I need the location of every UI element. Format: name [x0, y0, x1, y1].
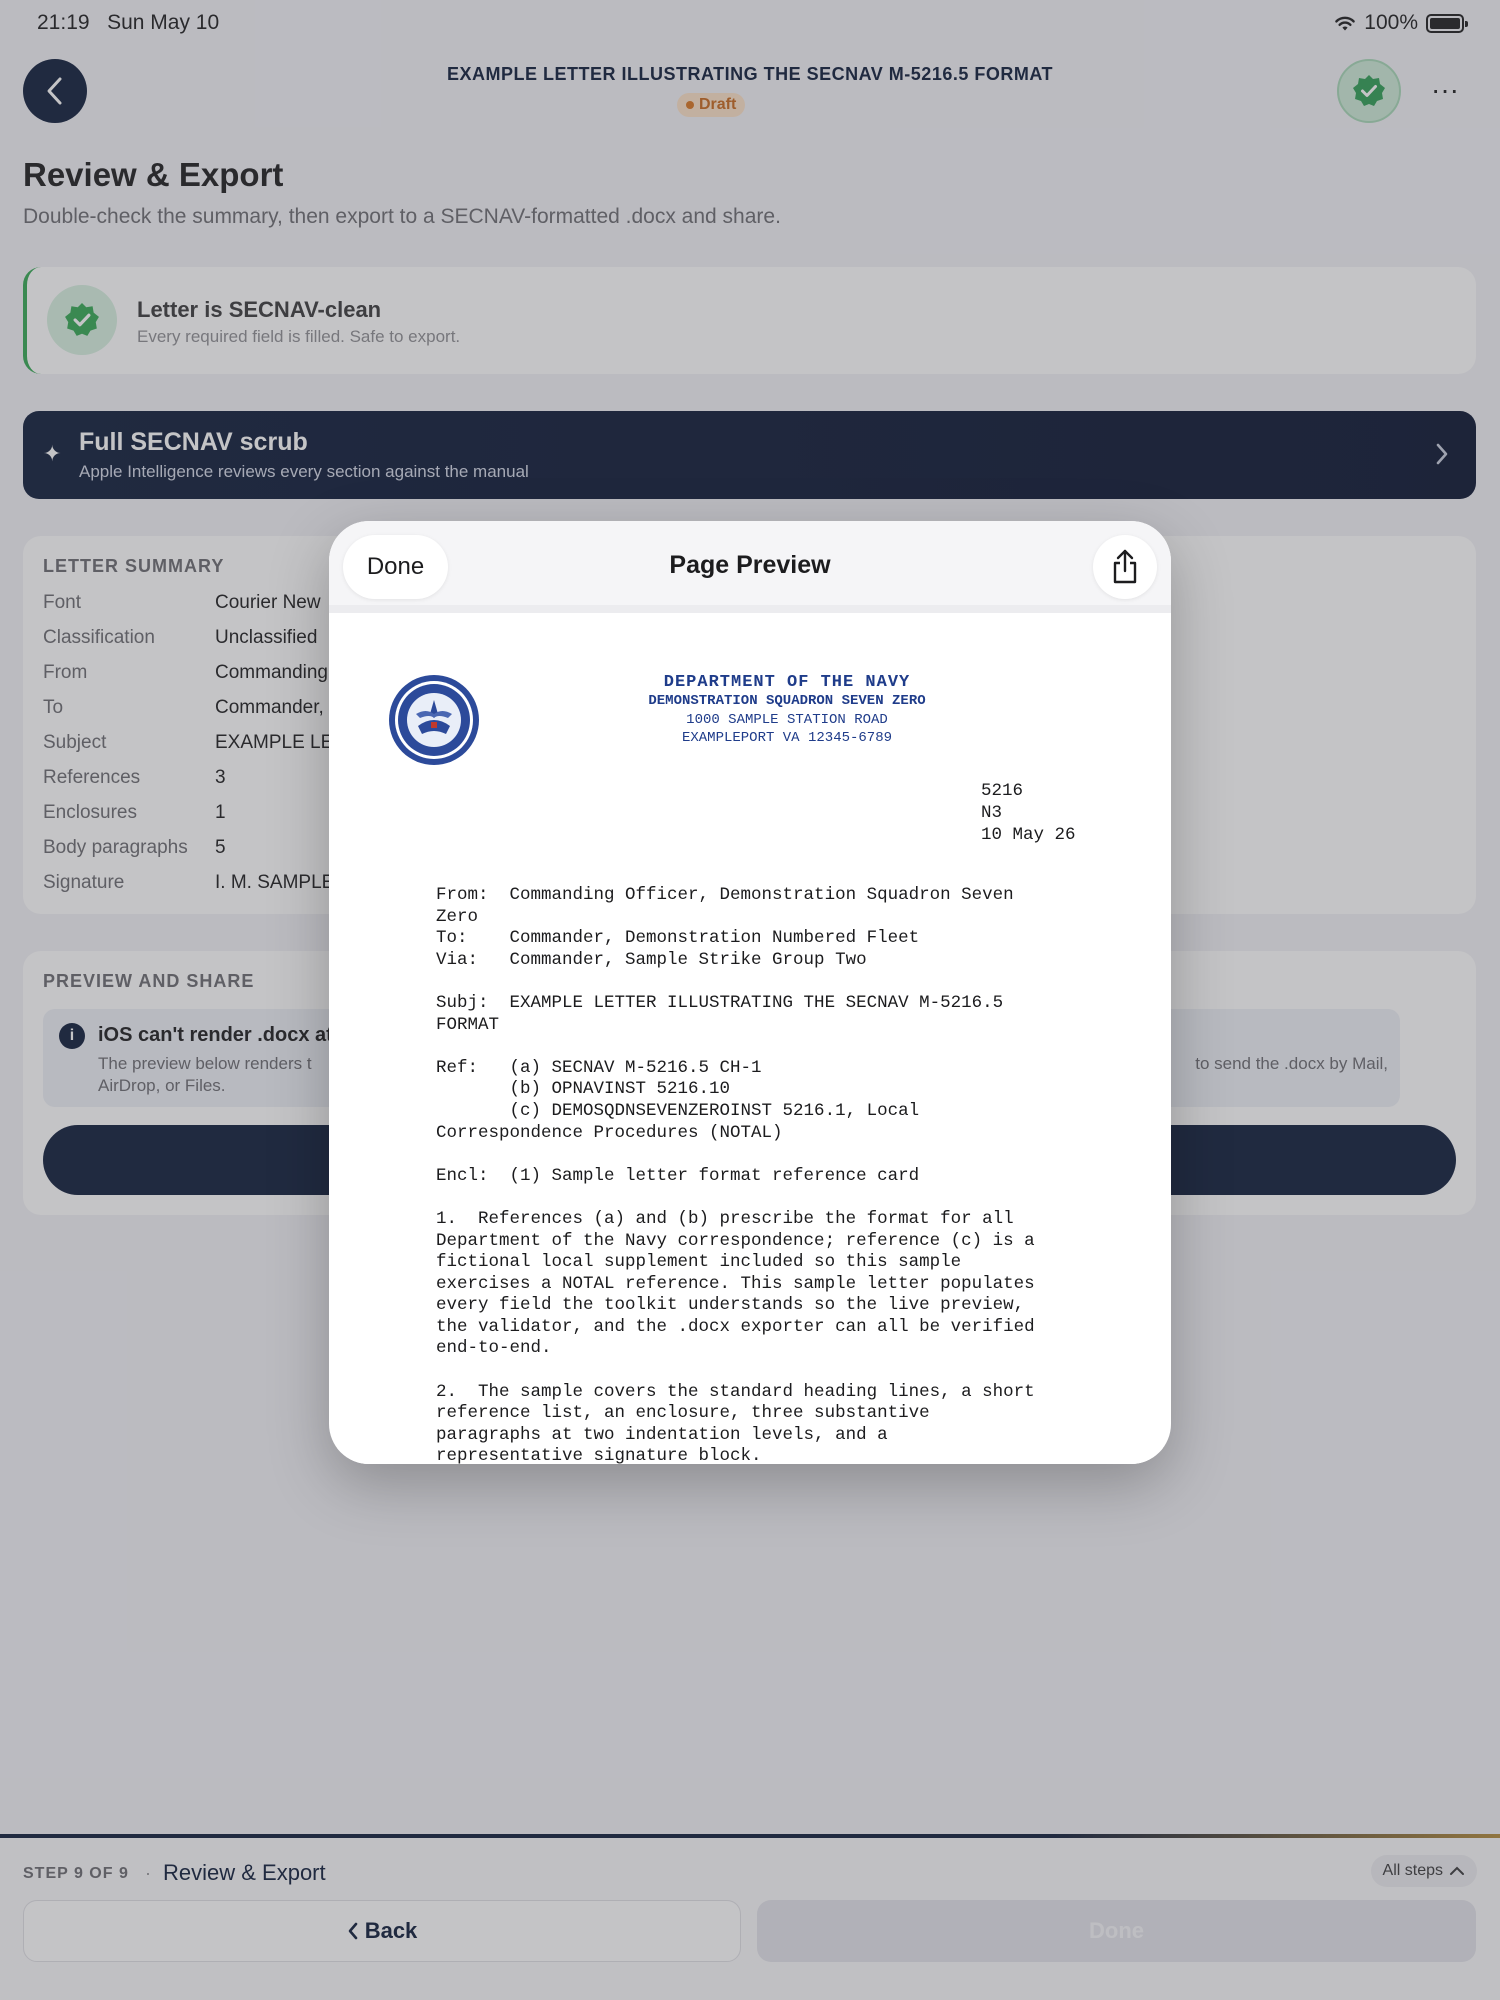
sheet-title: Page Preview [669, 551, 831, 579]
page-preview-sheet: Done Page Preview DEPARTMENT OF THE NAVY… [329, 521, 1171, 1464]
navy-seal-icon [389, 675, 479, 765]
letterhead-line4: EXAMPLEPORT VA 12345-6789 [681, 730, 893, 746]
share-button[interactable] [1093, 535, 1157, 599]
letterhead-line2: DEMONSTRATION SQUADRON SEVEN ZERO [648, 693, 926, 709]
share-icon [1113, 549, 1137, 584]
letter-preview: DEPARTMENT OF THE NAVY DEMONSTRATION SQU… [337, 621, 1163, 1464]
letterhead-line1: DEPARTMENT OF THE NAVY [663, 673, 911, 692]
letterhead-line3: 1000 SAMPLE STATION ROAD [686, 712, 888, 728]
ssic-block: 5216 N3 10 May 26 [981, 781, 1076, 845]
letter-body: From: Commanding Officer, Demonstration … [436, 885, 1035, 1464]
sheet-header: Done Page Preview [329, 521, 1171, 613]
